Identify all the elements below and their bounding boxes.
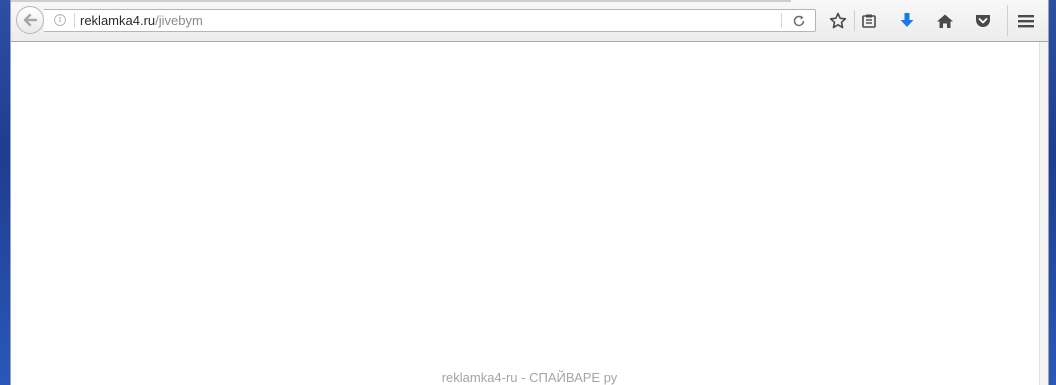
info-icon[interactable]: i bbox=[54, 14, 66, 26]
download-icon bbox=[900, 13, 914, 27]
reading-list-button[interactable] bbox=[858, 10, 880, 32]
back-button[interactable] bbox=[16, 6, 44, 34]
pocket-icon bbox=[976, 15, 990, 27]
url-bar[interactable]: i reklamka4.ru/jivebym bbox=[44, 9, 816, 32]
reload-divider bbox=[781, 13, 782, 28]
bookmark-button[interactable] bbox=[827, 10, 849, 32]
reload-icon bbox=[793, 15, 805, 26]
pocket-button[interactable] bbox=[972, 10, 994, 32]
back-arrow-icon bbox=[23, 13, 38, 27]
page-footer-text: reklamka4-ru - СПАЙВАРЕ ру bbox=[441, 370, 618, 385]
open-menu-button[interactable] bbox=[1015, 10, 1037, 32]
page-scrollbar[interactable] bbox=[1039, 42, 1048, 385]
bookmark-star-icon bbox=[829, 12, 847, 29]
home-icon bbox=[937, 14, 953, 28]
browser-window: i reklamka4.ru/jivebym reklamka4-ru - СП… bbox=[10, 0, 1049, 385]
downloads-button[interactable] bbox=[896, 10, 918, 32]
reload-button[interactable] bbox=[789, 12, 809, 29]
menu-divider bbox=[1007, 5, 1008, 36]
url-host: reklamka4.ru bbox=[80, 13, 156, 28]
home-button[interactable] bbox=[934, 10, 956, 32]
toolbar-divider bbox=[854, 10, 855, 31]
reading-list-icon bbox=[862, 14, 876, 28]
hamburger-menu-icon bbox=[1018, 15, 1034, 28]
navigation-toolbar: i reklamka4.ru/jivebym bbox=[11, 0, 1048, 42]
url-path: /jivebym bbox=[155, 13, 203, 28]
tab-strip-edge bbox=[11, 0, 791, 2]
url-divider bbox=[74, 13, 75, 28]
url-text[interactable]: reklamka4.ru/jivebym bbox=[80, 13, 203, 28]
